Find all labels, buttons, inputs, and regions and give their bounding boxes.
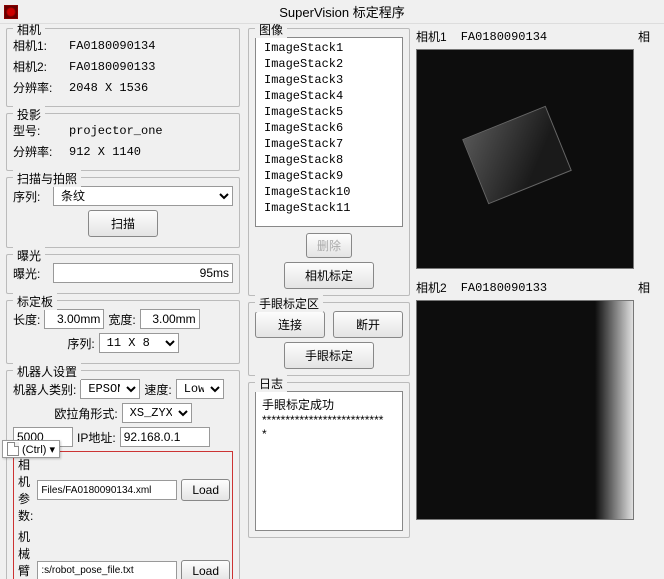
scan-button[interactable]: 扫描 [88,210,158,237]
scan-group: 扫描与拍照 序列: 条纹 扫描 [6,177,240,248]
len-label: 长度: [13,311,40,328]
record-icon [4,5,18,19]
grid-select[interactable]: 11 X 8 [99,333,179,353]
disconnect-button[interactable]: 断开 [333,311,403,338]
robot-type-label: 机器人类别: [13,381,76,398]
image-group-title: 图像 [255,24,287,38]
cam1-value: FA0180090134 [69,39,155,53]
calib-board-title: 标定板 [13,293,57,310]
preview-cam2-label: 相机2 [416,279,447,296]
cam1-view [416,49,634,269]
list-item[interactable]: ImageStack4 [256,88,402,104]
proj-model-label: 型号: [13,122,65,139]
handeye-group-title: 手眼标定区 [255,295,323,312]
exposure-group-title: 曝光 [13,247,45,264]
list-item[interactable]: ImageStack9 [256,168,402,184]
app-title: SuperVision 标定程序 [24,2,660,21]
cam-param-input[interactable] [37,480,177,500]
ctrl-hint-text: (Ctrl) ▾ [22,443,55,456]
arm-param-label: 机械臂参数: [18,528,33,579]
cam1-label: 相机1: [13,37,65,54]
exposure-group: 曝光 曝光: [6,254,240,294]
camera-group-title: 相机 [13,24,45,38]
ip-input[interactable] [120,427,210,447]
exposure-input[interactable] [53,263,233,283]
list-item[interactable]: ImageStack7 [256,136,402,152]
projector-group-title: 投影 [13,106,45,123]
proj-model-value: projector_one [69,124,163,138]
cam1-object [462,106,572,205]
ip-label: IP地址: [77,429,116,446]
ctrl-hint-tooltip: (Ctrl) ▾ [2,440,60,458]
speed-select[interactable]: Low [176,379,224,399]
delete-button[interactable]: 删除 [306,233,352,258]
robot-type-select[interactable]: EPSON [80,379,140,399]
preview-right-label-1: 相 [638,28,650,45]
wid-input[interactable] [140,309,200,329]
image-group: 图像 ImageStack1ImageStack2ImageStack3Imag… [248,28,410,296]
calib-board-group: 标定板 长度: 宽度: 序列: 11 X 8 [6,300,240,364]
list-item[interactable]: ImageStack6 [256,120,402,136]
robot-group-title: 机器人设置 [13,363,81,380]
list-item[interactable]: ImageStack8 [256,152,402,168]
document-icon [7,442,19,456]
robot-group: 机器人设置 机器人类别: EPSON 速度: Low 欧拉角形式: XS_ZYX… [6,370,240,579]
preview-cam2-id: FA0180090133 [461,281,547,295]
camera-group: 相机 相机1: FA0180090134 相机2: FA0180090133 分… [6,28,240,107]
len-input[interactable] [44,309,104,329]
cam2-view [416,300,634,520]
projector-group: 投影 型号: projector_one 分辨率: 912 X 1140 [6,113,240,171]
log-group: 日志 手眼标定成功 ************************** * [248,382,410,538]
wid-label: 宽度: [108,311,135,328]
proj-res-value: 912 X 1140 [69,145,141,159]
titlebar: SuperVision 标定程序 [0,0,664,24]
image-listbox[interactable]: ImageStack1ImageStack2ImageStack3ImageSt… [255,37,403,227]
seq-label: 序列: [13,188,49,205]
cam-param-label: 相机参数: [18,456,33,524]
preview-cam1-label: 相机1 [416,28,447,45]
euler-select[interactable]: XS_ZYX [122,403,192,423]
cam2-label: 相机2: [13,58,65,75]
handeye-calib-button[interactable]: 手眼标定 [284,342,374,369]
arm-param-input[interactable] [37,561,177,579]
list-item[interactable]: ImageStack11 [256,200,402,216]
seq-select[interactable]: 条纹 [53,186,233,206]
handeye-group: 手眼标定区 连接 断开 手眼标定 [248,302,410,376]
cam-res-value: 2048 X 1536 [69,81,148,95]
speed-label: 速度: [144,381,171,398]
log-group-title: 日志 [255,375,287,392]
preview-cam1-id: FA0180090134 [461,30,547,44]
proj-res-label: 分辨率: [13,143,65,160]
camera-calib-button[interactable]: 相机标定 [284,262,374,289]
euler-label: 欧拉角形式: [54,405,117,422]
list-item[interactable]: ImageStack2 [256,56,402,72]
list-item[interactable]: ImageStack5 [256,104,402,120]
preview-right-label-2: 相 [638,279,650,296]
param-load-box: 相机参数: Load 机械臂参数: Load [13,451,233,579]
list-item[interactable]: ImageStack10 [256,184,402,200]
arm-param-load-button[interactable]: Load [181,560,230,579]
grid-label: 序列: [67,335,94,352]
scan-group-title: 扫描与拍照 [13,170,81,187]
connect-button[interactable]: 连接 [255,311,325,338]
cam-res-label: 分辨率: [13,79,65,96]
exposure-label: 曝光: [13,265,49,282]
cam2-light [595,301,633,519]
list-item[interactable]: ImageStack1 [256,40,402,56]
list-item[interactable]: ImageStack3 [256,72,402,88]
cam-param-load-button[interactable]: Load [181,479,230,501]
log-box: 手眼标定成功 ************************** * [255,391,403,531]
cam2-value: FA0180090133 [69,60,155,74]
